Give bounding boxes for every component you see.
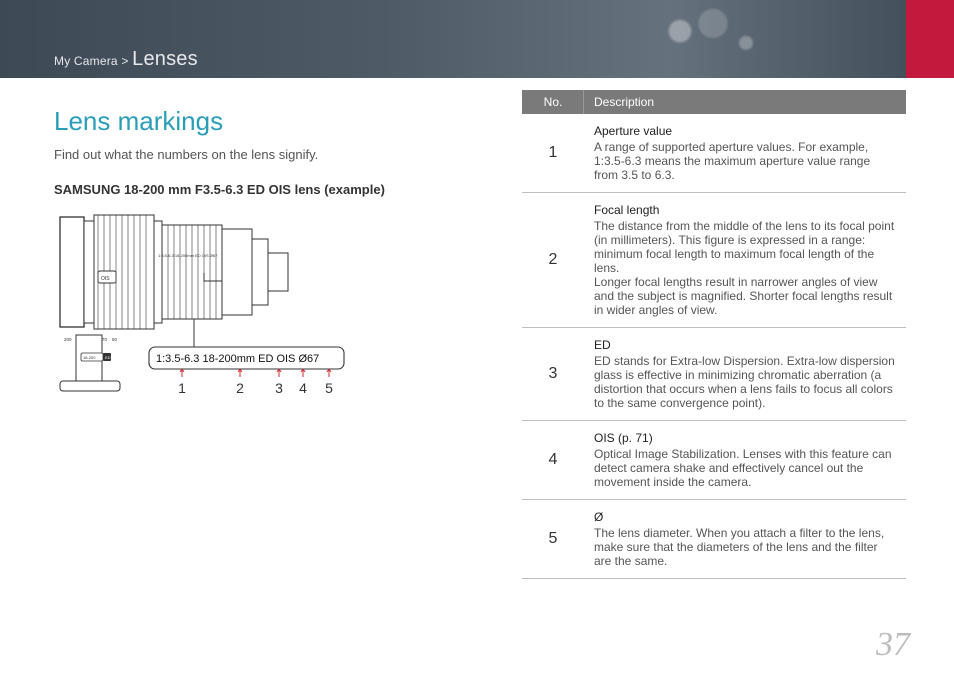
- th-no: No.: [522, 90, 584, 114]
- row-no: 4: [522, 421, 584, 500]
- breadcrumb-separator: >: [121, 54, 128, 68]
- lens-flare-decoration: [614, 0, 834, 78]
- th-desc: Description: [584, 90, 906, 114]
- lens-diagram: OIS 2001351007050 1:3.5-6.3 18-200mm ED …: [54, 209, 354, 429]
- markings-table: No. Description 1 Aperture valueA range …: [522, 90, 906, 579]
- markings-text: 1:3.5-6.3 18-200mm ED OIS Ø67: [156, 353, 319, 365]
- table-row: 5 ØThe lens diameter. When you attach a …: [522, 500, 906, 579]
- row-desc: EDED stands for Extra-low Dispersion. Ex…: [584, 328, 906, 421]
- marking-label-3: 3: [275, 380, 283, 396]
- table-row: 2 Focal lengthThe distance from the midd…: [522, 193, 906, 328]
- svg-text:ED: ED: [105, 355, 111, 360]
- svg-text:50: 50: [112, 337, 118, 342]
- svg-text:1:3.5-6.3 18-200mm ED OIS Ø67: 1:3.5-6.3 18-200mm ED OIS Ø67: [158, 253, 218, 258]
- breadcrumb: My Camera > Lenses: [54, 48, 198, 71]
- marking-label-2: 2: [236, 380, 244, 396]
- row-desc: ØThe lens diameter. When you attach a fi…: [584, 500, 906, 579]
- marking-label-4: 4: [299, 380, 307, 396]
- table-row: 1 Aperture valueA range of supported ape…: [522, 114, 906, 193]
- example-lens-title: SAMSUNG 18-200 mm F3.5-6.3 ED OIS lens (…: [54, 182, 474, 197]
- row-desc: Aperture valueA range of supported apert…: [584, 114, 906, 193]
- svg-text:200: 200: [64, 337, 72, 342]
- marking-label-5: 5: [325, 380, 333, 396]
- row-no: 3: [522, 328, 584, 421]
- row-no: 2: [522, 193, 584, 328]
- breadcrumb-topic: Lenses: [132, 48, 198, 70]
- page-number: 37: [876, 626, 910, 664]
- svg-text:70: 70: [102, 337, 108, 342]
- breadcrumb-section: My Camera: [54, 54, 118, 68]
- row-no: 5: [522, 500, 584, 579]
- row-desc: OIS (p. 71)Optical Image Stabilization. …: [584, 421, 906, 500]
- row-desc: Focal lengthThe distance from the middle…: [584, 193, 906, 328]
- table-row: 3 EDED stands for Extra-low Dispersion. …: [522, 328, 906, 421]
- left-column: Lens markings Find out what the numbers …: [54, 90, 474, 636]
- manual-page: My Camera > Lenses Lens markings Find ou…: [0, 0, 954, 676]
- row-no: 1: [522, 114, 584, 193]
- content-area: Lens markings Find out what the numbers …: [54, 90, 906, 636]
- right-column: No. Description 1 Aperture valueA range …: [522, 90, 906, 636]
- svg-text:18-200: 18-200: [83, 355, 96, 360]
- marking-label-1: 1: [178, 380, 186, 396]
- intro-text: Find out what the numbers on the lens si…: [54, 147, 474, 162]
- svg-text:OIS: OIS: [101, 276, 110, 282]
- page-title: Lens markings: [54, 106, 474, 137]
- table-row: 4 OIS (p. 71)Optical Image Stabilization…: [522, 421, 906, 500]
